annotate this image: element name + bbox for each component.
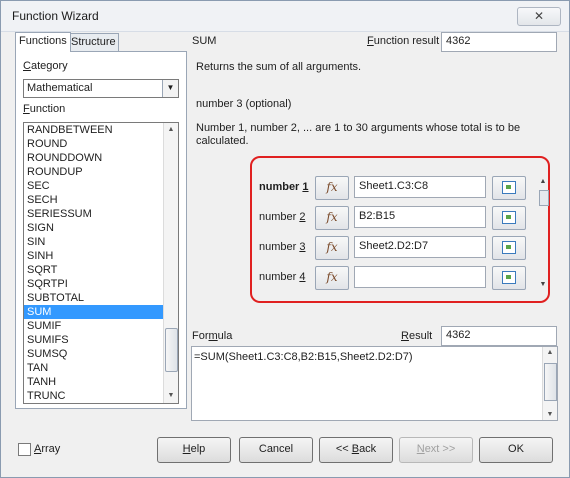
window-title: Function Wizard: [12, 9, 99, 23]
function-list-item[interactable]: SUBTOTAL: [24, 291, 163, 305]
function-label: Function: [23, 103, 66, 115]
result-value: 4362: [446, 329, 471, 341]
scroll-thumb[interactable]: [544, 363, 557, 401]
function-list-item[interactable]: SQRTPI: [24, 277, 163, 291]
scroll-down-icon[interactable]: ▼: [164, 389, 178, 403]
fx-icon[interactable]: fx: [315, 266, 349, 290]
tab-functions[interactable]: Functions: [15, 32, 71, 52]
scroll-thumb[interactable]: [165, 328, 178, 372]
function-list-item[interactable]: SUMIF: [24, 319, 163, 333]
function-list-item[interactable]: SUMIFS: [24, 333, 163, 347]
function-list-item[interactable]: TANH: [24, 375, 163, 389]
scroll-up-icon[interactable]: ▲: [543, 349, 557, 356]
function-list-item[interactable]: RANDBETWEEN: [24, 123, 163, 137]
shrink-icon[interactable]: [492, 236, 526, 260]
scroll-up-icon[interactable]: ▲: [538, 178, 548, 185]
function-list-item[interactable]: SERIESSUM: [24, 207, 163, 221]
title-bar: Function Wizard ✕: [1, 1, 569, 32]
arguments-scrollbar[interactable]: ▲ ▼: [538, 178, 549, 288]
argument-input[interactable]: Sheet1.C3:C8: [354, 176, 486, 198]
argument-value: Sheet1.C3:C8: [359, 180, 429, 192]
category-value: Mathematical: [27, 82, 93, 94]
function-list-item[interactable]: SINH: [24, 249, 163, 263]
scroll-down-icon[interactable]: ▼: [543, 411, 557, 418]
formula-value: =SUM(Sheet1.C3:C8,B2:B15,Sheet2.D2:D7): [194, 351, 413, 363]
next-button[interactable]: Next >>: [399, 437, 473, 463]
function-list-item[interactable]: TAN: [24, 361, 163, 375]
function-list-item[interactable]: SUM: [24, 305, 163, 319]
argument-input[interactable]: Sheet2.D2:D7: [354, 236, 486, 258]
tab-structure[interactable]: Structure: [67, 33, 119, 51]
close-button[interactable]: ✕: [517, 7, 561, 26]
argument-label: number 4: [259, 271, 306, 283]
formula-scrollbar[interactable]: ▲ ▼: [542, 347, 557, 420]
function-list-item[interactable]: SIGN: [24, 221, 163, 235]
function-description: Returns the sum of all arguments.: [196, 61, 362, 73]
function-result-label: Function result: [367, 35, 440, 47]
function-list-item[interactable]: SIN: [24, 235, 163, 249]
function-result-field: 4362: [441, 32, 557, 52]
functions-panel: Category Mathematical ▼ Function RANDBET…: [15, 51, 187, 409]
back-button[interactable]: << Back: [319, 437, 393, 463]
function-result-value: 4362: [446, 35, 471, 47]
scroll-up-icon[interactable]: ▲: [164, 123, 178, 137]
category-label: Category: [23, 60, 68, 72]
function-list-scrollbar[interactable]: ▲ ▼: [163, 123, 178, 403]
help-button[interactable]: Help: [157, 437, 231, 463]
shrink-icon[interactable]: [492, 266, 526, 290]
function-list-item[interactable]: ROUNDUP: [24, 165, 163, 179]
argument-label: number 2: [259, 211, 306, 223]
result-field: 4362: [441, 326, 557, 346]
cancel-button[interactable]: Cancel: [239, 437, 313, 463]
function-list-item[interactable]: SECH: [24, 193, 163, 207]
argument-label: number 3: [259, 241, 306, 253]
argument-label: number 1: [259, 181, 309, 193]
category-select[interactable]: Mathematical ▼: [23, 79, 179, 98]
shrink-icon[interactable]: [492, 206, 526, 230]
function-wizard-dialog: Function Wizard ✕ Functions Structure Ca…: [0, 0, 570, 478]
current-argument-name: number 3 (optional): [196, 98, 292, 110]
array-label: Array: [34, 443, 61, 455]
chevron-down-icon[interactable]: ▼: [162, 80, 178, 97]
function-listbox[interactable]: RANDBETWEEN ROUND ROUNDDOWN ROUNDUP SEC SECH S…: [23, 122, 179, 404]
argument-input[interactable]: B2:B15: [354, 206, 486, 228]
formula-label: Formula: [192, 330, 233, 342]
scroll-down-icon[interactable]: ▼: [538, 281, 548, 288]
function-list-item[interactable]: ROUNDDOWN: [24, 151, 163, 165]
argument-description-line-2: calculated.: [196, 135, 249, 147]
fx-icon[interactable]: fx: [315, 236, 349, 260]
array-checkbox[interactable]: [18, 443, 31, 456]
argument-value: Sheet2.D2:D7: [359, 240, 429, 252]
fx-icon[interactable]: fx: [315, 176, 349, 200]
fx-icon[interactable]: fx: [315, 206, 349, 230]
function-list: RANDBETWEEN ROUND ROUNDDOWN ROUNDUP SEC SECH S…: [24, 123, 163, 403]
function-list-item[interactable]: SEC: [24, 179, 163, 193]
shrink-icon[interactable]: [492, 176, 526, 200]
function-list-item[interactable]: TRUNC: [24, 389, 163, 403]
result-label: Result: [401, 330, 433, 342]
ok-button[interactable]: OK: [479, 437, 553, 463]
function-list-item[interactable]: ROUND: [24, 137, 163, 151]
function-list-item[interactable]: SUMSQ: [24, 347, 163, 361]
argument-description-line-1: Number 1, number 2, ... are 1 to 30 argu…: [196, 122, 521, 134]
function-name: SUM: [192, 35, 217, 47]
argument-input[interactable]: [354, 266, 486, 288]
formula-textarea[interactable]: =SUM(Sheet1.C3:C8,B2:B15,Sheet2.D2:D7) ▲…: [191, 346, 558, 421]
argument-value: B2:B15: [359, 210, 396, 222]
function-list-item[interactable]: SQRT: [24, 263, 163, 277]
scroll-thumb[interactable]: [539, 190, 549, 206]
